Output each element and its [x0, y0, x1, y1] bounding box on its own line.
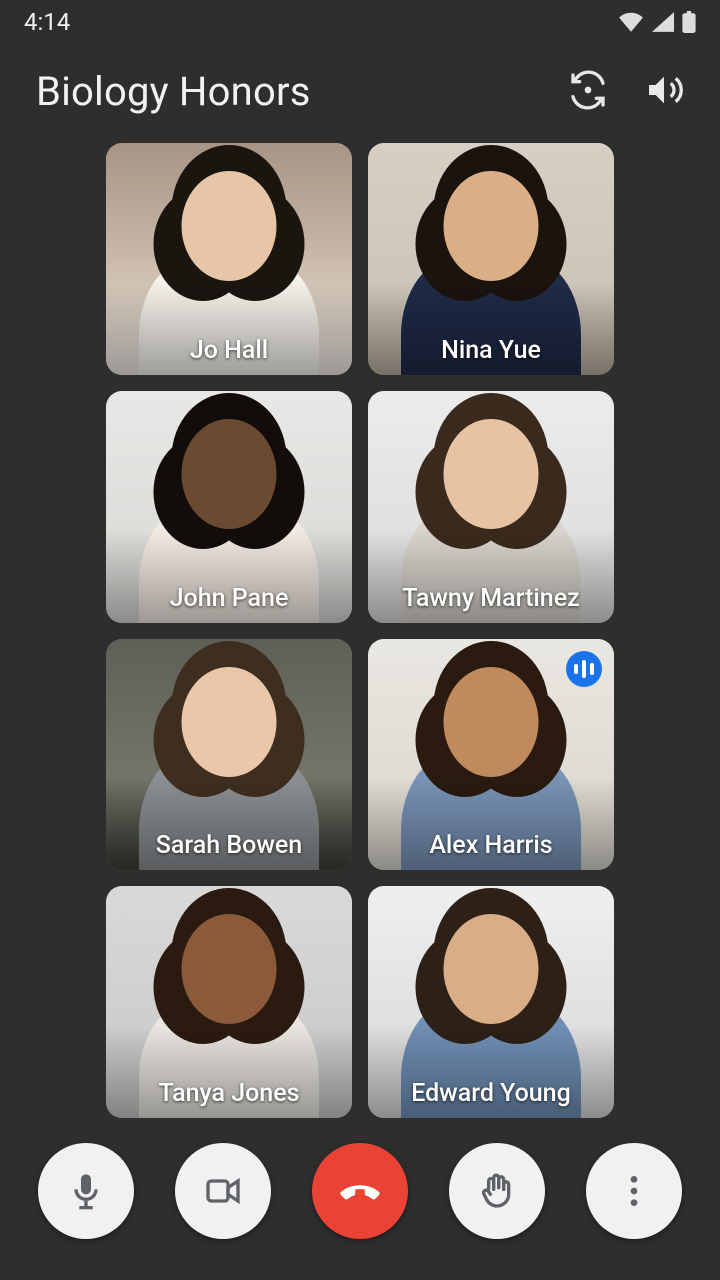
participant-tile[interactable]: Sarah Bowen [106, 639, 352, 871]
wifi-icon [618, 12, 644, 32]
battery-icon [682, 11, 696, 33]
participant-name: Edward Young [405, 1079, 577, 1108]
more-options-button[interactable] [586, 1143, 682, 1239]
participant-name: Nina Yue [435, 336, 547, 365]
camera-icon [203, 1171, 243, 1211]
status-time: 4:14 [24, 8, 70, 36]
header-actions [568, 70, 684, 114]
status-bar: 4:14 [0, 0, 720, 44]
participant-name: Tanya Jones [152, 1079, 305, 1108]
speaker-icon [644, 70, 684, 110]
call-controls [0, 1130, 720, 1280]
hangup-icon [337, 1168, 383, 1214]
participant-grid: Jo Hall Nina Yue John Pane Tawny Martinez Sa… [0, 131, 720, 1130]
raise-hand-button[interactable] [449, 1143, 545, 1239]
participant-name: Tawny Martinez [396, 584, 585, 613]
camera-button[interactable] [175, 1143, 271, 1239]
participant-name: John Pane [164, 584, 295, 613]
participant-tile[interactable]: Tanya Jones [106, 886, 352, 1118]
switch-camera-icon [568, 70, 608, 110]
participant-tile[interactable]: John Pane [106, 391, 352, 623]
participant-name: Jo Hall [184, 336, 274, 365]
call-header: Biology Honors [0, 44, 720, 131]
participant-tile[interactable]: Edward Young [368, 886, 614, 1118]
microphone-icon [66, 1171, 106, 1211]
status-icons [618, 11, 696, 33]
participant-tile[interactable]: Jo Hall [106, 143, 352, 375]
participant-name: Alex Harris [423, 831, 558, 860]
switch-camera-button[interactable] [568, 70, 608, 114]
hangup-button[interactable] [312, 1143, 408, 1239]
hand-icon [477, 1171, 517, 1211]
cellular-icon [652, 12, 674, 32]
audio-output-button[interactable] [644, 70, 684, 114]
participant-tile[interactable]: Nina Yue [368, 143, 614, 375]
participant-tile[interactable]: Alex Harris [368, 639, 614, 871]
speaking-indicator-icon [566, 651, 602, 687]
participant-tile[interactable]: Tawny Martinez [368, 391, 614, 623]
more-vertical-icon [614, 1171, 654, 1211]
participant-name: Sarah Bowen [150, 831, 308, 860]
call-title: Biology Honors [36, 68, 568, 115]
mute-button[interactable] [38, 1143, 134, 1239]
